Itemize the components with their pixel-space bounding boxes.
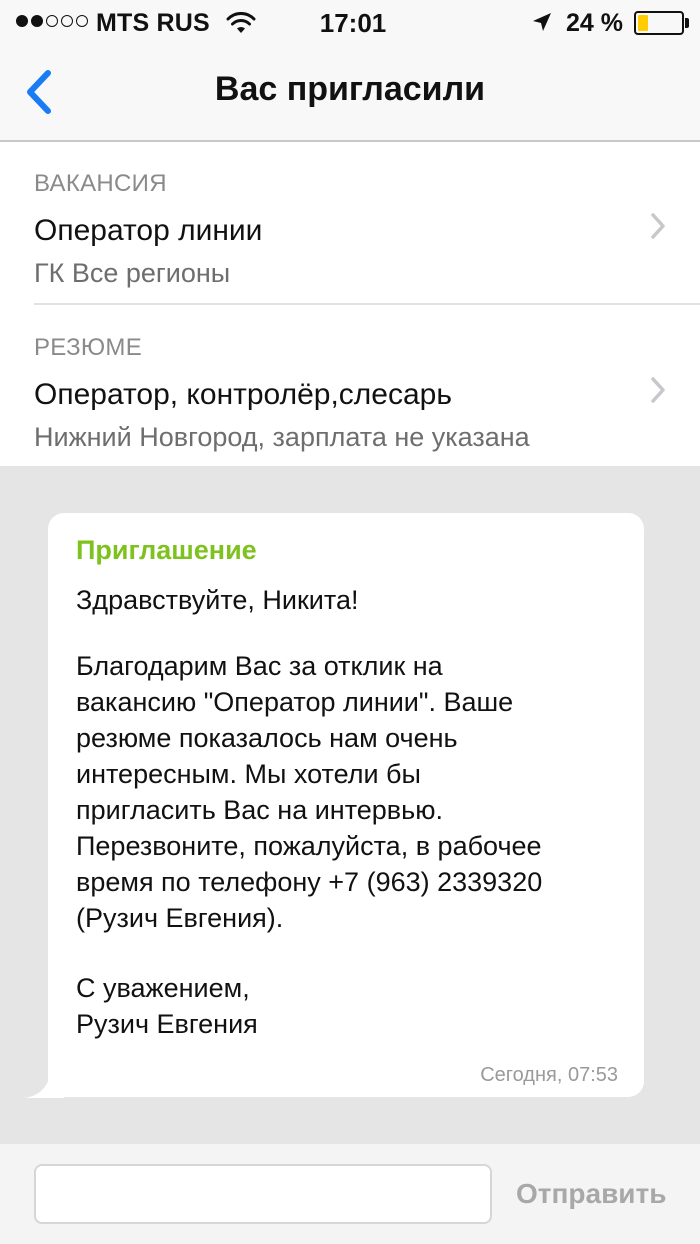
vacancy-company: ГК Все регионы <box>34 258 231 288</box>
resume-label: РЕЗЮМЕ <box>34 334 143 361</box>
navigation-bar: Вас пригласили <box>0 46 700 142</box>
message-bubble: Приглашение Здравствуйте, Никита! Благод… <box>48 513 644 1097</box>
message-signature: Рузич Евгения <box>76 1009 258 1039</box>
resume-title: Оператор, контролёр,слесарь <box>34 378 452 411</box>
compose-bar: Отправить <box>0 1144 700 1244</box>
status-bar: MTS RUS 17:01 24 % <box>0 0 700 46</box>
battery-icon <box>634 11 684 35</box>
message-line: резюме показалось нам очень <box>76 723 458 753</box>
chevron-right-icon <box>651 377 665 403</box>
message-line: интересным. Мы хотели бы <box>76 759 421 789</box>
vacancy-row[interactable]: ВАКАНСИЯ Оператор линии ГК Все регионы <box>0 142 700 305</box>
message-line: пригласить Вас на интервью. <box>76 795 443 825</box>
chevron-right-icon <box>651 213 665 239</box>
battery-level <box>638 15 648 31</box>
message-signoff: С уважением, <box>76 973 250 1003</box>
location-arrow-icon <box>533 13 551 31</box>
invitation-details: ВАКАНСИЯ Оператор линии ГК Все регионы Р… <box>0 142 700 466</box>
resume-row[interactable]: РЕЗЮМЕ Оператор, контролёр,слесарь Нижни… <box>0 306 700 468</box>
battery-tip <box>685 18 689 28</box>
page-title: Вас пригласили <box>214 70 486 108</box>
chat-area[interactable]: Приглашение Здравствуйте, Никита! Благод… <box>0 466 700 1144</box>
vacancy-title: Оператор линии <box>34 214 263 247</box>
message-input[interactable] <box>34 1164 492 1224</box>
message-line: Перезвоните, пожалуйста, в рабочее <box>76 831 542 861</box>
message-line: (Рузич Евгения). <box>76 903 284 933</box>
message-line: Благодарим Вас за отклик на <box>76 651 443 681</box>
message-timestamp: Сегодня, 07:53 <box>480 1064 618 1086</box>
divider <box>34 303 700 305</box>
message-greeting: Здравствуйте, Никита! <box>76 585 359 615</box>
battery-percent: 24 % <box>566 9 623 37</box>
vacancy-label: ВАКАНСИЯ <box>34 170 167 197</box>
resume-details: Нижний Новгород, зарплата не указана <box>34 422 530 452</box>
message-heading: Приглашение <box>76 535 257 565</box>
message-line: вакансию "Оператор линии". Ваше <box>76 687 514 717</box>
send-button[interactable]: Отправить <box>516 1178 666 1210</box>
message-line: время по телефону +7 (963) 2339320 <box>76 867 543 897</box>
